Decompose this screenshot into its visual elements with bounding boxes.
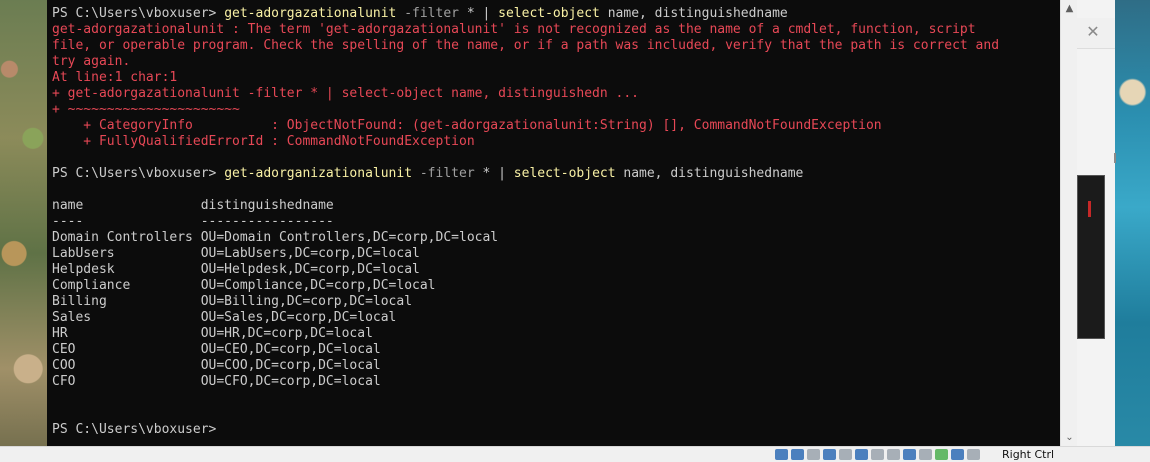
console-line: file, or operable program. Check the spe… bbox=[52, 38, 1060, 54]
console-line: PS C:\Users\vboxuser> get-adorgazational… bbox=[52, 6, 1060, 22]
output-text: HR OU=HR,DC=corp,DC=local bbox=[52, 326, 373, 341]
console-output: PS C:\Users\vboxuser> get-adorgazational… bbox=[52, 6, 1060, 438]
guest-additions-icon[interactable] bbox=[935, 449, 948, 460]
usb-icon[interactable] bbox=[823, 449, 836, 460]
console-line: + FullyQualifiedErrorId : CommandNotFoun… bbox=[52, 134, 1060, 150]
command-parameter: -filter bbox=[412, 166, 475, 181]
console-line: ---- ----------------- bbox=[52, 214, 1060, 230]
error-text: + get-adorgazationalunit -filter * | sel… bbox=[52, 86, 639, 101]
command-name: select-object bbox=[513, 166, 616, 181]
console-line: At line:1 char:1 bbox=[52, 70, 1060, 86]
console-line: try again. bbox=[52, 54, 1060, 70]
cpu-icon[interactable] bbox=[903, 449, 916, 460]
console-line: get-adorgazationalunit : The term 'get-a… bbox=[52, 22, 1060, 38]
error-text: At line:1 char:1 bbox=[52, 70, 178, 85]
command-name: get-adorgazationalunit bbox=[224, 6, 397, 21]
close-icon[interactable]: ✕ bbox=[1085, 22, 1101, 42]
output-text: ---- ----------------- bbox=[52, 214, 334, 229]
mouse-icon[interactable] bbox=[919, 449, 932, 460]
vm-status-icons bbox=[775, 449, 980, 461]
recording-icon[interactable] bbox=[887, 449, 900, 460]
red-marker bbox=[1088, 201, 1091, 217]
output-text: name distinguishedname bbox=[52, 198, 334, 213]
console-line: + ~~~~~~~~~~~~~~~~~~~~~~ bbox=[52, 102, 1060, 118]
console-line: PS C:\Users\vboxuser> bbox=[52, 422, 1060, 438]
background-window: ✕ bbox=[1077, 0, 1116, 446]
command-args: * | bbox=[459, 6, 499, 21]
powershell-console[interactable]: PS C:\Users\vboxuser> get-adorgazational… bbox=[47, 0, 1060, 446]
chevron-up-icon[interactable]: ▲ bbox=[1061, 0, 1078, 17]
error-text: try again. bbox=[52, 54, 131, 69]
console-line: PS C:\Users\vboxuser> get-adorganization… bbox=[52, 166, 1060, 182]
command-parameter: -filter bbox=[396, 6, 459, 21]
console-line: Compliance OU=Compliance,DC=corp,DC=loca… bbox=[52, 278, 1060, 294]
console-line: Sales OU=Sales,DC=corp,DC=local bbox=[52, 310, 1060, 326]
command-args: name, distinguishedname bbox=[599, 6, 788, 21]
host-key-label: Right Ctrl bbox=[1002, 448, 1055, 461]
console-line: Helpdesk OU=Helpdesk,DC=corp,DC=local bbox=[52, 262, 1060, 278]
output-text: Helpdesk OU=Helpdesk,DC=corp,DC=local bbox=[52, 262, 420, 277]
output-text: LabUsers OU=LabUsers,DC=corp,DC=local bbox=[52, 246, 420, 261]
console-line: + CategoryInfo : ObjectNotFound: (get-ad… bbox=[52, 118, 1060, 134]
audio-icon[interactable] bbox=[791, 449, 804, 460]
floppy-icon[interactable] bbox=[807, 449, 820, 460]
desktop-wallpaper-left bbox=[0, 0, 47, 461]
output-text: PS C:\Users\vboxuser> bbox=[52, 422, 217, 437]
output-text: CEO OU=CEO,DC=corp,DC=local bbox=[52, 342, 381, 357]
command-args: * | bbox=[474, 166, 514, 181]
command-name: select-object bbox=[498, 6, 600, 21]
console-line: Domain Controllers OU=Domain Controllers… bbox=[52, 230, 1060, 246]
background-window-scroll-mark bbox=[1114, 153, 1116, 163]
keyboard-icon[interactable] bbox=[967, 449, 980, 460]
error-text: get-adorgazationalunit : The term 'get-a… bbox=[52, 22, 976, 37]
console-line: CFO OU=CFO,DC=corp,DC=local bbox=[52, 374, 1060, 390]
console-line: CEO OU=CEO,DC=corp,DC=local bbox=[52, 342, 1060, 358]
optical-drive-icon[interactable] bbox=[775, 449, 788, 460]
console-line: name distinguishedname bbox=[52, 198, 1060, 214]
output-text: Compliance OU=Compliance,DC=corp,DC=loca… bbox=[52, 278, 436, 293]
vm-status-bar: Right Ctrl bbox=[0, 446, 1150, 462]
desktop-wallpaper-right bbox=[1115, 0, 1150, 461]
output-text: Billing OU=Billing,DC=corp,DC=local bbox=[52, 294, 413, 309]
display-icon[interactable] bbox=[871, 449, 884, 460]
arrow-icon[interactable] bbox=[951, 449, 964, 460]
error-text: + ~~~~~~~~~~~~~~~~~~~~~~ bbox=[52, 102, 240, 117]
prompt-text: PS C:\Users\vboxuser> bbox=[52, 6, 225, 21]
error-text: + FullyQualifiedErrorId : CommandNotFoun… bbox=[52, 134, 475, 149]
shared-folder-icon[interactable] bbox=[855, 449, 868, 460]
console-line: HR OU=HR,DC=corp,DC=local bbox=[52, 326, 1060, 342]
error-text: + CategoryInfo : ObjectNotFound: (get-ad… bbox=[52, 118, 882, 133]
command-name: get-adorganizationalunit bbox=[224, 166, 413, 181]
console-line: LabUsers OU=LabUsers,DC=corp,DC=local bbox=[52, 246, 1060, 262]
chevron-down-icon[interactable]: ⌄ bbox=[1061, 429, 1078, 446]
output-text: COO OU=COO,DC=corp,DC=local bbox=[52, 358, 381, 373]
vertical-scrollbar[interactable]: ▲ ⌄ bbox=[1060, 0, 1078, 446]
output-text: Domain Controllers OU=Domain Controllers… bbox=[52, 230, 499, 245]
console-line: COO OU=COO,DC=corp,DC=local bbox=[52, 358, 1060, 374]
error-text: file, or operable program. Check the spe… bbox=[52, 38, 1000, 53]
prompt-text: PS C:\Users\vboxuser> bbox=[52, 166, 225, 181]
output-text: Sales OU=Sales,DC=corp,DC=local bbox=[52, 310, 397, 325]
console-line: Billing OU=Billing,DC=corp,DC=local bbox=[52, 294, 1060, 310]
output-text: CFO OU=CFO,DC=corp,DC=local bbox=[52, 374, 381, 389]
console-line: + get-adorgazationalunit -filter * | sel… bbox=[52, 86, 1060, 102]
command-args: name, distinguishedname bbox=[615, 166, 804, 181]
background-window-pane bbox=[1077, 175, 1105, 339]
network-icon[interactable] bbox=[839, 449, 852, 460]
